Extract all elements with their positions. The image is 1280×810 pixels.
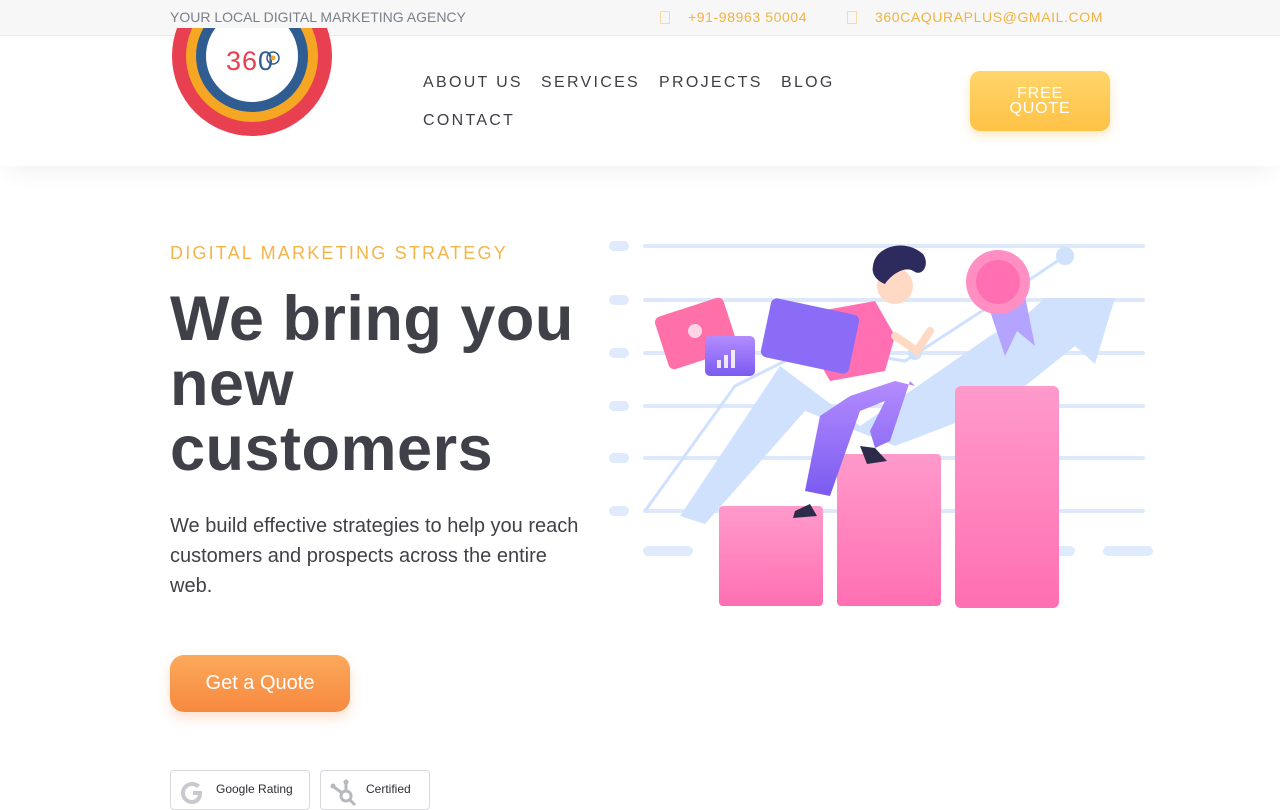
hero-eyebrow: DIGITAL MARKETING STRATEGY [170, 243, 508, 263]
email-contact[interactable]: 360CAQURAPLUS@GMAIL.COM [847, 9, 1103, 25]
badge-label: Google Rating [216, 782, 293, 796]
nav-about-us[interactable]: ABOUT US [423, 74, 523, 92]
hero-illustration [605, 236, 1160, 608]
nav-contact[interactable]: CONTACT [423, 112, 515, 130]
free-quote-button[interactable]: FREE QUOTE [970, 71, 1110, 131]
svg-text:0: 0 [258, 46, 273, 76]
brand-logo[interactable]: 3 6 0 [172, 28, 334, 136]
google-icon [181, 782, 202, 804]
hubspot-icon [330, 779, 357, 807]
nav-projects[interactable]: PROJECTS [659, 74, 763, 92]
badge-label: Certified [366, 782, 411, 796]
mail-icon [847, 10, 857, 24]
hero-subtext: We build effective strategies to help yo… [170, 515, 579, 597]
site-header: 3 6 0 ABOUT US SERVICES PROJECTS BLOG CO… [0, 28, 1280, 166]
google-rating-badge[interactable]: Google Rating [170, 770, 310, 810]
certified-badge[interactable]: Certified [320, 770, 430, 810]
hero-headline: We bring you new customers [170, 284, 574, 484]
phone-number[interactable]: +91-98963 50004 [688, 9, 807, 25]
agency-tagline: YOUR LOCAL DIGITAL MARKETING AGENCY [170, 9, 466, 25]
svg-text:6: 6 [242, 46, 257, 76]
svg-text:3: 3 [226, 46, 241, 76]
get-a-quote-button[interactable]: Get a Quote [170, 655, 350, 712]
email-address[interactable]: 360CAQURAPLUS@GMAIL.COM [875, 9, 1103, 25]
nav-services[interactable]: SERVICES [541, 74, 640, 92]
phone-contact[interactable]: +91-98963 50004 [660, 9, 807, 25]
nav-blog[interactable]: BLOG [781, 74, 835, 92]
phone-icon [660, 10, 670, 24]
